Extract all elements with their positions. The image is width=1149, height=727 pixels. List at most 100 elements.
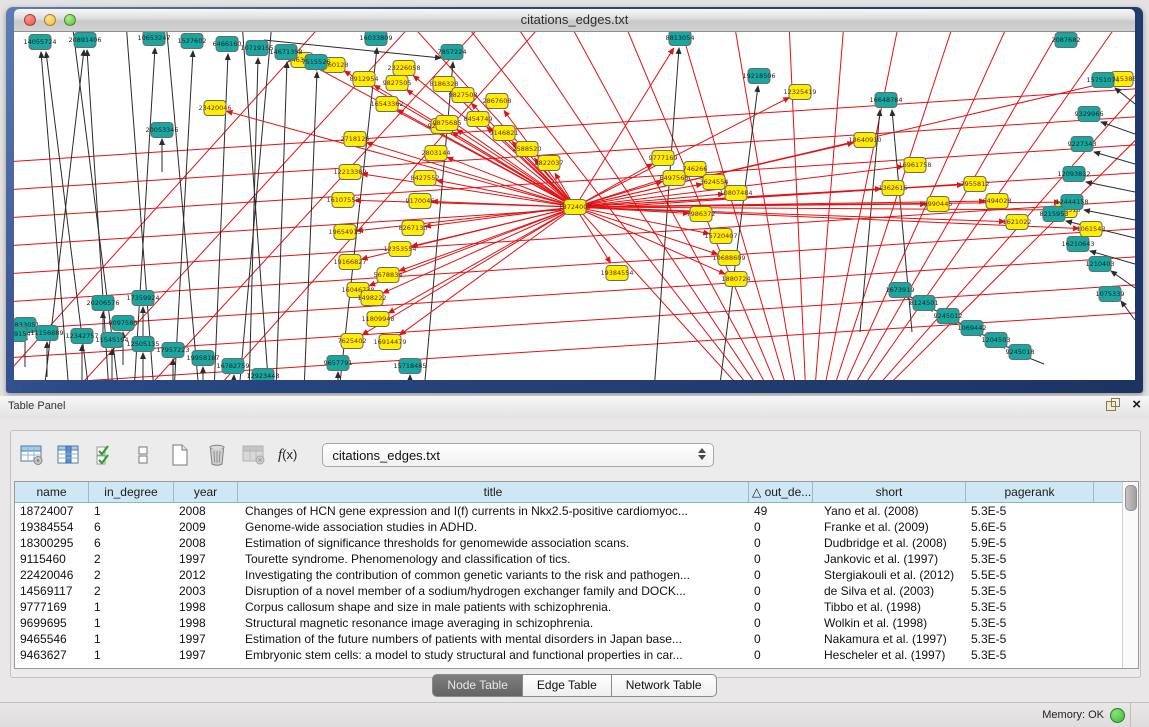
network-window-titlebar[interactable]: citations_edges.txt (14, 9, 1135, 32)
graph-edge[interactable] (809, 32, 844, 380)
tab-node-table[interactable]: Node Table (432, 674, 523, 697)
graph-node-label: 8427552 (411, 174, 440, 182)
column-header[interactable]: pagerank (966, 482, 1094, 502)
graph-node-label: 1075339 (1096, 290, 1125, 298)
table-cell: Hescheler et al. (1997) (813, 647, 966, 663)
table-row[interactable]: 969969511998Structural magnetic resonanc… (15, 615, 1122, 631)
table-row[interactable]: 2242004622012Investigating the contribut… (15, 567, 1122, 583)
close-panel-icon[interactable]: × (1132, 398, 1141, 412)
table-row[interactable]: 911546021997Tourette syndrome. Phenomeno… (15, 551, 1122, 567)
column-header[interactable]: name (15, 482, 89, 502)
table-row[interactable]: 977716911998Corpus callosum shape and si… (15, 599, 1122, 615)
table-cell: 5.9E-5 (966, 535, 1094, 551)
table-cell: 2 (89, 583, 174, 599)
delete-column-button[interactable] (204, 443, 230, 467)
graph-node-label: 16543362 (370, 100, 403, 108)
graph-edge[interactable] (432, 201, 575, 207)
select-all-button[interactable] (93, 443, 119, 467)
graph-node-label: 20206576 (86, 299, 119, 307)
table-cell: 0 (749, 647, 813, 663)
table-cell: Embryonic stem cells: a model to study s… (238, 647, 749, 663)
graph-node-label: 2718126 (341, 135, 370, 143)
graph-edge[interactable] (233, 375, 234, 380)
graph-edge[interactable] (1121, 301, 1135, 320)
graph-edge[interactable] (1086, 182, 1135, 192)
graph-node-label: 9329966 (1075, 110, 1104, 118)
table-cell: 0 (749, 583, 813, 599)
graph-node-label: 12325419 (783, 88, 816, 96)
table-row[interactable]: 946362711997Embryonic stem cells: a mode… (15, 647, 1122, 663)
table-cell: Genome-wide association studies in ADHD. (238, 519, 749, 535)
graph-edge[interactable] (1094, 152, 1135, 164)
graph-node-label: 9827505 (383, 79, 412, 87)
table-selector-dropdown[interactable]: citations_edges.txt (322, 443, 714, 467)
graph-node-label: 1621022 (1003, 218, 1032, 226)
table-cell: 1 (89, 503, 174, 519)
graph-edge[interactable] (575, 48, 674, 207)
table-row[interactable]: 946554611997Estimation of the future num… (15, 631, 1122, 647)
network-window[interactable]: citations_edges.txt 18724007271812612213… (6, 7, 1143, 393)
table-scrollbar[interactable] (1122, 482, 1138, 668)
graph-node-label: 23420046 (198, 104, 231, 112)
graph-node-label: 9170046 (406, 197, 435, 205)
table-options-button[interactable] (19, 443, 45, 467)
memory-status-icon[interactable] (1110, 708, 1125, 723)
graph-node-label: 7625402 (338, 337, 367, 345)
function-builder-icon[interactable]: f(x) (278, 447, 297, 464)
graph-edge[interactable] (276, 62, 287, 380)
column-header[interactable]: title (238, 482, 749, 502)
column-header[interactable]: year (174, 482, 238, 502)
column-header[interactable]: △ out_de... (749, 482, 813, 502)
table-row[interactable]: 1938455462009Genome-wide association stu… (15, 519, 1122, 535)
table-cell: Yano et al. (2008) (813, 503, 966, 519)
table-cell: Tourette syndrome. Phenomenology and cla… (238, 551, 749, 567)
tab-edge-table[interactable]: Edge Table (523, 674, 612, 697)
table-cell: Changes of HCN gene expression and I(f) … (238, 503, 749, 519)
table-cell: 18724007 (15, 503, 89, 519)
graph-node-label: 1204503 (982, 336, 1011, 344)
table-cell: 0 (749, 599, 813, 615)
graph-node-label: 9875685 (433, 119, 462, 127)
network-canvas[interactable]: 1872400727181261221338916107553196549151… (14, 32, 1135, 380)
table-cell: 0 (749, 631, 813, 647)
graph-node-label: 1498222 (358, 294, 387, 302)
graph-node-label: 10688609 (712, 254, 745, 262)
graph-node-label: 2588520 (513, 145, 542, 153)
graph-edge[interactable] (654, 48, 679, 380)
float-panel-icon[interactable] (1106, 398, 1120, 412)
graph-edge[interactable] (1084, 210, 1135, 220)
graph-edge[interactable] (575, 82, 1110, 207)
graph-edge[interactable] (575, 97, 789, 207)
graph-edge[interactable] (374, 85, 575, 207)
table-scrollbar-thumb[interactable] (1125, 485, 1137, 511)
show-columns-button[interactable] (56, 443, 82, 467)
column-header[interactable]: short (813, 482, 966, 502)
graph-edge[interactable] (14, 87, 1135, 162)
graph-node-label: 8215953 (1040, 210, 1069, 218)
clear-selection-button[interactable] (130, 443, 156, 467)
graph-edge[interactable] (412, 207, 575, 246)
tab-network-table[interactable]: Network Table (612, 674, 717, 697)
graph-edge[interactable] (242, 32, 269, 380)
delete-table-button[interactable] (241, 443, 267, 467)
graph-node-label: 14055724 (23, 38, 56, 46)
table-cell: Jankovic et al. (1997) (813, 551, 966, 567)
graph-node-label: 6497568 (660, 174, 689, 182)
table-row[interactable]: 1872400712008Changes of HCN gene express… (15, 503, 1122, 519)
graph-node-label: 17957223 (156, 346, 189, 354)
table-cell: 0 (749, 535, 813, 551)
create-column-button[interactable] (167, 443, 193, 467)
graph-edge[interactable] (214, 32, 544, 380)
graph-edge[interactable] (14, 32, 324, 377)
graph-node-label: 18640910 (848, 136, 881, 144)
table-row[interactable]: 1456911722003Disruption of a novel membe… (15, 583, 1122, 599)
graph-edge[interactable] (1115, 88, 1135, 104)
graph-node-label: 14671358 (269, 48, 302, 56)
column-header[interactable]: in_degree (89, 482, 174, 502)
graph-edge[interactable] (134, 48, 155, 380)
table-row[interactable]: 1830029562008Estimation of significance … (15, 535, 1122, 551)
table-cell: 6 (89, 519, 174, 535)
graph-edge[interactable] (14, 255, 1135, 330)
graph-node-label: 10653247 (137, 34, 170, 42)
graph-node-label: 7986372 (687, 210, 716, 218)
